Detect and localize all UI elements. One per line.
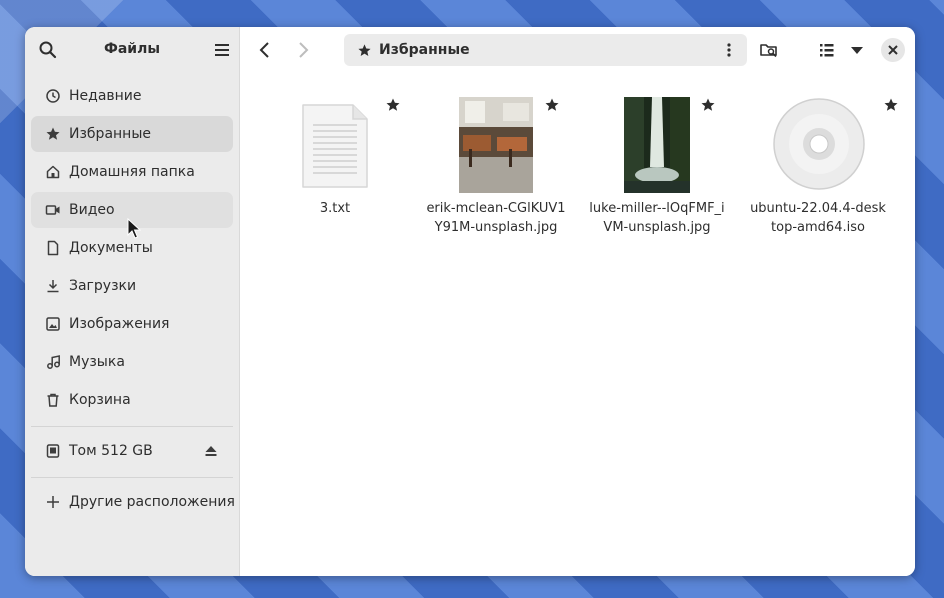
sidebar-item-label: Другие расположения	[69, 494, 235, 510]
download-icon	[47, 280, 59, 293]
sidebar-item-recent[interactable]: Недавние	[31, 78, 233, 114]
sidebar-item-label: Том 512 GB	[69, 443, 153, 459]
file-name: 3.txt	[319, 201, 351, 216]
file-name: luke-miller--lOqFMF_iVM-unsplash.jpg	[589, 201, 725, 235]
view-options-dropdown-icon[interactable]	[846, 39, 868, 61]
mouse-cursor-icon	[127, 218, 141, 239]
sidebar-separator	[31, 477, 233, 478]
sidebar-item-pictures[interactable]: Изображения	[31, 306, 233, 342]
star-icon	[358, 44, 371, 56]
starred-star-icon[interactable]	[883, 97, 899, 113]
more-vertical-icon[interactable]	[721, 42, 737, 58]
music-icon	[47, 355, 60, 369]
sidebar-item-label: Корзина	[69, 392, 131, 408]
trash-icon	[47, 393, 59, 407]
file-name: ubuntu-22.04.4-desktop-amd64.iso	[750, 201, 886, 235]
sidebar-item-volume[interactable]: Том 512 GB	[31, 433, 233, 469]
sidebar-item-label: Избранные	[69, 126, 151, 142]
sidebar-item-trash[interactable]: Корзина	[31, 382, 233, 418]
main-content: Избранные 3.txt erik-mclean-CGlKUV1Y91M-…	[240, 27, 915, 576]
file-name: erik-mclean-CGlKUV1Y91M-unsplash.jpg	[426, 201, 566, 235]
location-label: Избранные	[379, 42, 470, 58]
sidebar-item-music[interactable]: Музыка	[31, 344, 233, 380]
folder-search-icon[interactable]	[758, 39, 780, 61]
star-icon	[46, 127, 60, 140]
sidebar-item-starred[interactable]: Избранные	[31, 116, 233, 152]
image-icon	[46, 317, 60, 331]
back-arrow-icon[interactable]	[254, 39, 276, 61]
hamburger-menu-icon[interactable]	[213, 41, 231, 59]
file-item[interactable]: luke-miller--lOqFMF_iVM-unsplash.jpg	[587, 97, 727, 267]
sidebar-item-downloads[interactable]: Загрузки	[31, 268, 233, 304]
text-file-icon	[302, 104, 368, 188]
clock-icon	[46, 89, 60, 103]
close-button[interactable]	[881, 38, 905, 62]
starred-star-icon[interactable]	[544, 97, 560, 113]
sidebar-separator	[31, 426, 233, 427]
close-icon	[888, 45, 898, 55]
file-item[interactable]: erik-mclean-CGlKUV1Y91M-unsplash.jpg	[426, 97, 566, 267]
image-thumbnail	[624, 97, 690, 193]
header-bar: Избранные	[240, 27, 915, 73]
home-icon	[46, 165, 60, 179]
starred-star-icon[interactable]	[385, 97, 401, 113]
sidebar-item-home[interactable]: Домашняя папка	[31, 154, 233, 190]
sidebar-item-label: Изображения	[69, 316, 170, 332]
sidebar-item-label: Документы	[69, 240, 153, 256]
sidebar-item-other-locations[interactable]: Другие расположения	[31, 484, 235, 520]
sidebar-item-label: Домашняя папка	[69, 164, 195, 180]
disc-image-icon	[773, 98, 865, 190]
document-icon	[47, 240, 59, 256]
image-thumbnail	[459, 97, 533, 193]
forward-arrow-icon[interactable]	[292, 39, 314, 61]
sidebar-item-label: Недавние	[69, 88, 142, 104]
list-view-icon[interactable]	[816, 39, 838, 61]
drive-icon	[46, 444, 60, 458]
starred-star-icon[interactable]	[700, 97, 716, 113]
location-bar[interactable]: Избранные	[344, 34, 747, 66]
file-item[interactable]: ubuntu-22.04.4-desktop-amd64.iso	[748, 97, 898, 267]
file-item[interactable]: 3.txt	[265, 97, 405, 267]
sidebar-item-label: Видео	[69, 202, 115, 218]
sidebar-item-label: Музыка	[69, 354, 125, 370]
app-title: Файлы	[103, 41, 161, 57]
files-window: Файлы Недавние Избранные Домашняя папка …	[25, 27, 915, 576]
sidebar-item-label: Загрузки	[69, 278, 137, 294]
video-icon	[45, 205, 60, 215]
eject-icon[interactable]	[203, 443, 219, 459]
plus-icon	[47, 496, 59, 508]
sidebar-header: Файлы	[25, 27, 239, 73]
sidebar: Файлы Недавние Избранные Домашняя папка …	[25, 27, 240, 576]
